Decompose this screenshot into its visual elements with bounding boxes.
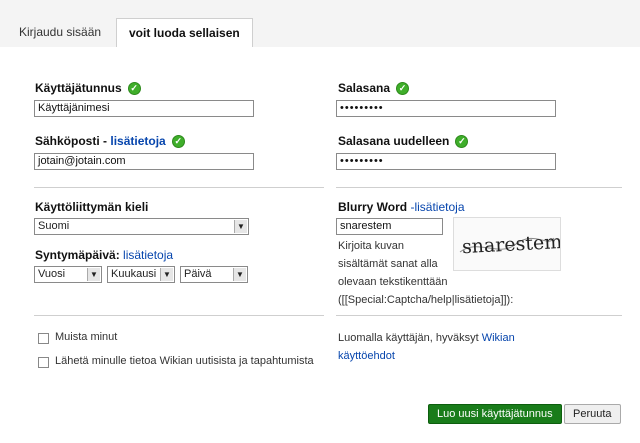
remember-me-checkbox[interactable] xyxy=(38,333,49,344)
captcha-word-image: snarestem xyxy=(459,231,563,258)
birthday-label: Syntymäpäivä: lisätietoja xyxy=(35,248,174,262)
divider xyxy=(336,315,622,316)
terms-text: Luomalla käyttäjän, hyväksyt Wikian xyxy=(338,332,515,344)
birth-day-select[interactable]: Päivä ▼ xyxy=(180,266,248,283)
captcha-info-link[interactable]: -lisätietoja xyxy=(410,200,464,214)
terms-link[interactable]: käyttöehdot xyxy=(338,348,395,365)
check-icon: ✓ xyxy=(396,82,410,96)
chevron-down-icon: ▼ xyxy=(87,268,100,281)
language-label: Käyttöliittymän kieli xyxy=(35,200,149,214)
captcha-help-line: sisältämät sanat alla xyxy=(338,258,438,270)
captcha-help-line: Kirjoita kuvan xyxy=(338,240,405,252)
captcha-label: Blurry Word -lisätietoja xyxy=(338,200,465,214)
terms-link[interactable]: Wikian xyxy=(482,332,515,344)
password-again-input[interactable]: ••••••••• xyxy=(336,153,556,170)
birth-month-select[interactable]: Kuukausi ▼ xyxy=(107,266,175,283)
svg-text:snarestem: snarestem xyxy=(461,231,560,258)
email-label: Sähköposti - lisätietoja ✓ xyxy=(35,134,185,149)
check-icon: ✓ xyxy=(127,82,141,96)
email-info-link[interactable]: lisätietoja xyxy=(110,134,165,148)
captcha-image: snarestem xyxy=(453,217,563,271)
divider xyxy=(34,187,324,188)
tab-create-account[interactable]: voit luoda sellaisen xyxy=(116,18,253,48)
remember-me-label: Muista minut xyxy=(55,331,118,343)
chevron-down-icon: ▼ xyxy=(233,268,246,281)
captcha-input[interactable]: snarestem xyxy=(336,218,443,235)
captcha-help-line: olevaan tekstikenttään xyxy=(338,276,448,288)
check-icon: ✓ xyxy=(171,135,185,149)
language-select[interactable]: Suomi ▼ xyxy=(34,218,249,235)
password-again-label: Salasana uudelleen ✓ xyxy=(338,134,469,149)
birth-year-select[interactable]: Vuosi ▼ xyxy=(34,266,102,283)
divider xyxy=(34,315,324,316)
password-label: Salasana ✓ xyxy=(338,81,410,96)
password-input[interactable]: ••••••••• xyxy=(336,100,556,117)
create-account-button[interactable]: Luo uusi käyttäjätunnus xyxy=(428,404,562,424)
email-input[interactable]: jotain@jotain.com xyxy=(34,153,254,170)
birthday-info-link[interactable]: lisätietoja xyxy=(123,248,173,262)
tab-bar: Kirjaudu sisään voit luoda sellaisen xyxy=(0,0,640,48)
divider xyxy=(336,187,622,188)
tab-login[interactable]: Kirjaudu sisään xyxy=(9,18,111,46)
cancel-button[interactable]: Peruuta xyxy=(564,404,621,424)
newsletter-label: Lähetä minulle tietoa Wikian uutisista j… xyxy=(55,355,314,367)
newsletter-checkbox[interactable] xyxy=(38,357,49,368)
captcha-help-line: ([[Special:Captcha/help|lisätietoja]]): xyxy=(338,294,514,306)
chevron-down-icon: ▼ xyxy=(234,220,247,233)
username-input[interactable]: Käyttäjänimesi xyxy=(34,100,254,117)
username-label: Käyttäjätunnus ✓ xyxy=(35,81,141,96)
check-icon: ✓ xyxy=(455,135,469,149)
chevron-down-icon: ▼ xyxy=(160,268,173,281)
